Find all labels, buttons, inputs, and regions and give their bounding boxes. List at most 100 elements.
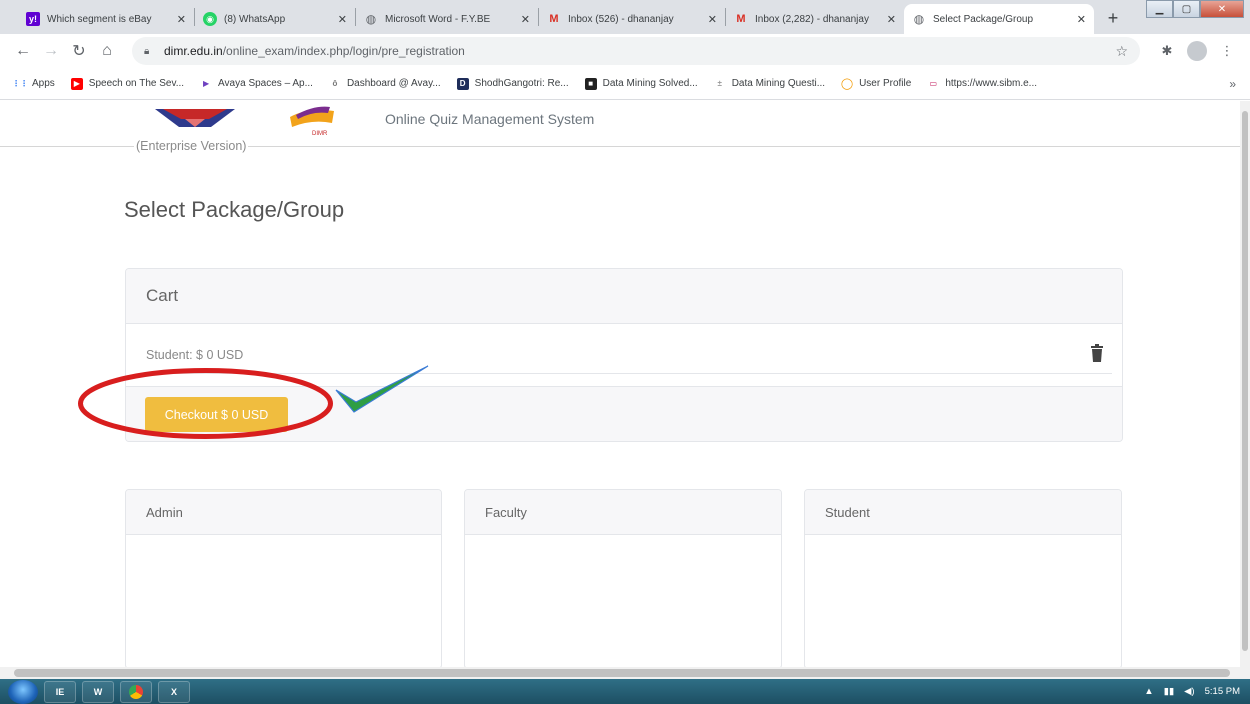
tab-close-icon[interactable]: ✕ <box>177 13 186 26</box>
system-tray: ▲ ▮▮ ◀) 5:15 PM <box>1134 686 1250 697</box>
bookmark-label: Data Mining Questi... <box>731 78 826 89</box>
tab-close-icon[interactable]: ✕ <box>887 13 896 26</box>
volume-icon[interactable]: ◀) <box>1184 686 1194 697</box>
checkout-button[interactable]: Checkout $ 0 USD <box>145 397 288 432</box>
clock[interactable]: 5:15 PM <box>1205 686 1240 697</box>
tab-close-icon[interactable]: ✕ <box>338 13 347 26</box>
package-card-header: Admin <box>126 490 441 535</box>
avatar <box>1187 41 1207 61</box>
lock-icon: 🔒︎ <box>144 46 150 57</box>
browser-menu-icon[interactable]: ⋮ <box>1214 38 1240 64</box>
taskbar-app-word[interactable]: W <box>82 680 114 703</box>
browser-tab[interactable]: M Inbox (2,282) - dhananjay ✕ <box>726 4 904 34</box>
taskbar-app-chrome[interactable] <box>120 680 152 703</box>
maximize-icon[interactable]: ▢ <box>1173 0 1200 18</box>
cart-card: Cart Student: $ 0 USD Checkout $ 0 USD <box>125 268 1123 442</box>
profile-avatar[interactable] <box>1184 38 1210 64</box>
reload-icon[interactable]: ↻ <box>66 38 92 64</box>
youtube-icon: ▶ <box>70 77 83 90</box>
trash-icon[interactable] <box>1090 344 1104 362</box>
bookmark-star-icon[interactable]: ☆ <box>1115 43 1128 60</box>
bookmark-item[interactable]: ▭ https://www.sibm.e... <box>927 78 1037 90</box>
tab-close-icon[interactable]: ✕ <box>521 13 530 26</box>
apps-grid-icon: ⋮⋮ <box>12 79 28 88</box>
bookmark-apps[interactable]: ⋮⋮ Apps <box>12 78 55 90</box>
windows-taskbar: IE W X ▲ ▮▮ ◀) 5:15 PM <box>0 679 1250 704</box>
bookmarks-overflow-icon[interactable]: » <box>1229 77 1236 91</box>
site-title: Online Quiz Management System <box>385 111 595 127</box>
cart-line-item: Student: $ 0 USD <box>146 336 1112 374</box>
cart-footer: Checkout $ 0 USD <box>126 386 1122 441</box>
bookmark-label: User Profile <box>859 78 912 89</box>
scrollbar-thumb[interactable] <box>14 669 1230 677</box>
dashboard-icon: ô <box>332 79 338 88</box>
package-card-header: Student <box>805 490 1121 535</box>
page-title: Select Package/Group <box>124 197 345 222</box>
browser-tab[interactable]: y! Which segment is eBay ✕ <box>18 4 194 34</box>
browser-tab[interactable]: ◍ Microsoft Word - F.Y.BE ✕ <box>356 4 538 34</box>
bookmark-item[interactable]: ▶ Speech on The Sev... <box>70 77 184 90</box>
minimize-icon[interactable]: ▁ <box>1146 0 1173 18</box>
tab-title: Which segment is eBay <box>47 13 152 25</box>
bookmark-label: Dashboard @ Avay... <box>346 78 441 89</box>
bookmarks-bar: ⋮⋮ Apps ▶ Speech on The Sev... ▶ Avaya S… <box>0 68 1250 100</box>
bookmark-label: ShodhGangotri: Re... <box>474 78 569 89</box>
start-button[interactable] <box>8 679 38 704</box>
package-card-header: Faculty <box>465 490 781 535</box>
ie-icon: IE <box>55 686 65 697</box>
scrollbar-thumb[interactable] <box>1242 111 1248 651</box>
package-card-faculty[interactable]: Faculty <box>464 489 782 667</box>
url-host: dimr.edu.in <box>164 44 223 58</box>
sibm-icon: ▭ <box>929 79 938 88</box>
institute-logo <box>155 109 235 127</box>
taskbar-app-excel[interactable]: X <box>158 680 190 703</box>
tab-close-icon[interactable]: ✕ <box>1077 13 1086 26</box>
home-icon[interactable]: ⌂ <box>94 38 120 64</box>
browser-tab-strip: y! Which segment is eBay ✕ ◉ (8) WhatsAp… <box>0 0 1250 34</box>
globe-icon: ◍ <box>365 12 377 26</box>
network-icon[interactable]: ▮▮ <box>1164 686 1174 697</box>
package-card-student[interactable]: Student <box>804 489 1122 667</box>
tab-title: Microsoft Word - F.Y.BE <box>385 13 491 25</box>
tab-close-icon[interactable]: ✕ <box>708 13 717 26</box>
tab-title: Inbox (2,282) - dhananjay <box>755 13 869 25</box>
user-profile-icon: ◯ <box>840 78 854 90</box>
bookmark-item[interactable]: ± Data Mining Questi... <box>714 78 825 90</box>
bookmark-item[interactable]: ◯ User Profile <box>841 78 911 90</box>
back-icon[interactable]: ← <box>10 38 36 64</box>
extensions-icon[interactable]: ✱ <box>1154 38 1180 64</box>
play-icon: ▶ <box>202 79 210 88</box>
bookmark-item[interactable]: ô Dashboard @ Avay... <box>329 78 441 90</box>
cart-header: Cart <box>126 269 1122 324</box>
taskbar-app-ie[interactable]: IE <box>44 680 76 703</box>
page-icon: ± <box>717 79 722 88</box>
vertical-scrollbar[interactable] <box>1240 101 1250 667</box>
gmail-icon: M <box>736 13 746 25</box>
bookmark-label: Data Mining Solved... <box>602 78 698 89</box>
new-tab-button[interactable]: + <box>1100 5 1126 31</box>
url-path: /online_exam/index.php/login/pre_registr… <box>222 44 465 58</box>
bookmark-label: https://www.sibm.e... <box>945 78 1038 89</box>
svg-text:DIMR: DIMR <box>312 131 328 137</box>
horizontal-scrollbar[interactable] <box>0 667 1250 679</box>
tab-title: Inbox (526) - dhananjay <box>568 13 674 25</box>
whatsapp-icon: ◉ <box>203 12 217 26</box>
window-controls: ▁ ▢ ✕ <box>1146 0 1244 18</box>
shodhgangotri-icon: D <box>456 77 469 90</box>
tray-expand-icon[interactable]: ▲ <box>1144 686 1153 697</box>
dimr-logo: DIMR <box>290 106 334 137</box>
browser-tab[interactable]: M Inbox (526) - dhananjay ✕ <box>539 4 725 34</box>
tab-title: (8) WhatsApp <box>224 13 286 25</box>
close-window-icon[interactable]: ✕ <box>1200 0 1244 18</box>
address-bar[interactable]: 🔒︎ dimr.edu.in/online_exam/index.php/log… <box>132 37 1140 65</box>
bookmark-item[interactable]: ▶ Avaya Spaces – Ap... <box>200 78 313 90</box>
forward-icon[interactable]: → <box>38 38 64 64</box>
browser-toolbar: ← → ↻ ⌂ 🔒︎ dimr.edu.in/online_exam/index… <box>0 34 1250 68</box>
package-card-admin[interactable]: Admin <box>125 489 442 667</box>
browser-tab-active[interactable]: ◍ Select Package/Group ✕ <box>904 4 1094 34</box>
bookmark-item[interactable]: ■ Data Mining Solved... <box>584 77 698 90</box>
browser-tab[interactable]: ◉ (8) WhatsApp ✕ <box>195 4 355 34</box>
site-header: DIMR Online Quiz Management System (Ente… <box>0 101 1240 153</box>
bookmark-item[interactable]: D ShodhGangotri: Re... <box>456 77 569 90</box>
page-viewport: DIMR Online Quiz Management System (Ente… <box>0 101 1240 667</box>
